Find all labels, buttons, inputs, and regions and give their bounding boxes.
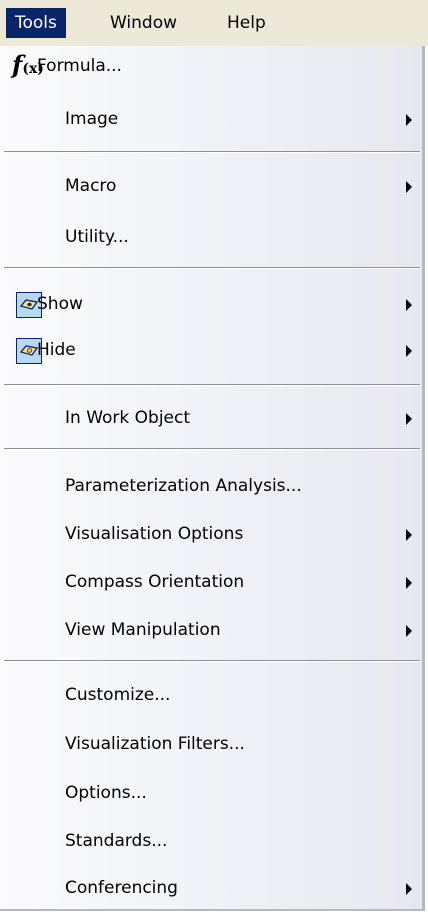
menu-item-label: Macro: [65, 176, 117, 196]
tools-dropdown-menu: f(x) Formula... Image Macro Utility... S…: [0, 46, 425, 911]
menu-item-label: Options...: [65, 783, 147, 803]
submenu-arrow-icon: [406, 345, 412, 357]
menu-item-label: Standards...: [65, 831, 168, 851]
menu-item-label: Utility...: [65, 227, 129, 247]
menu-separator: [4, 384, 420, 386]
menu-item-label: Customize...: [65, 685, 171, 705]
menu-item-label: Image: [65, 109, 119, 129]
menu-item-label: Show: [37, 294, 83, 314]
submenu-arrow-icon: [406, 181, 412, 193]
menu-item-label: In Work Object: [65, 408, 191, 428]
submenu-arrow-icon: [406, 625, 412, 637]
menu-item-image[interactable]: Image: [0, 99, 420, 143]
menu-separator: [4, 660, 420, 662]
menu-item-visualisation-options[interactable]: Visualisation Options: [0, 514, 420, 558]
menu-item-macro[interactable]: Macro: [0, 166, 420, 210]
menu-item-hide[interactable]: Hide: [0, 330, 420, 374]
menu-item-visualization-filters[interactable]: Visualization Filters...: [0, 724, 420, 768]
menu-item-parameterization-analysis[interactable]: Parameterization Analysis...: [0, 466, 420, 510]
menubar-window[interactable]: Window: [101, 8, 186, 38]
menu-item-label: Visualisation Options: [65, 524, 244, 544]
menu-item-label: Visualization Filters...: [65, 734, 245, 754]
menu-item-label: Conferencing: [65, 878, 178, 898]
menu-item-label: View Manipulation: [65, 620, 221, 640]
submenu-arrow-icon: [406, 577, 412, 589]
menu-item-label: Formula...: [37, 56, 122, 76]
menu-item-show[interactable]: Show: [0, 284, 420, 328]
menu-bar: Tools Window Help: [0, 0, 428, 46]
menu-item-standards[interactable]: Standards...: [0, 821, 420, 865]
menu-separator: [4, 448, 420, 450]
menu-item-in-work-object[interactable]: In Work Object: [0, 398, 420, 442]
menu-item-view-manipulation[interactable]: View Manipulation: [0, 610, 420, 654]
menubar-help[interactable]: Help: [218, 8, 275, 38]
menu-item-customize[interactable]: Customize...: [0, 675, 420, 719]
menu-item-label: Hide: [37, 340, 76, 360]
menu-separator: [4, 151, 420, 153]
menu-item-label: Compass Orientation: [65, 572, 245, 592]
submenu-arrow-icon: [406, 299, 412, 311]
menu-item-utility[interactable]: Utility...: [0, 217, 420, 261]
menu-item-label: Parameterization Analysis...: [65, 476, 302, 496]
menu-item-formula[interactable]: f(x) Formula...: [0, 46, 420, 90]
submenu-arrow-icon: [406, 114, 412, 126]
menu-item-conferencing[interactable]: Conferencing: [0, 868, 420, 912]
submenu-arrow-icon: [406, 883, 412, 895]
menu-item-compass-orientation[interactable]: Compass Orientation: [0, 562, 420, 606]
menu-separator: [4, 267, 420, 269]
menubar-tools[interactable]: Tools: [6, 8, 66, 38]
submenu-arrow-icon: [406, 413, 412, 425]
menu-item-options[interactable]: Options...: [0, 773, 420, 817]
submenu-arrow-icon: [406, 529, 412, 541]
